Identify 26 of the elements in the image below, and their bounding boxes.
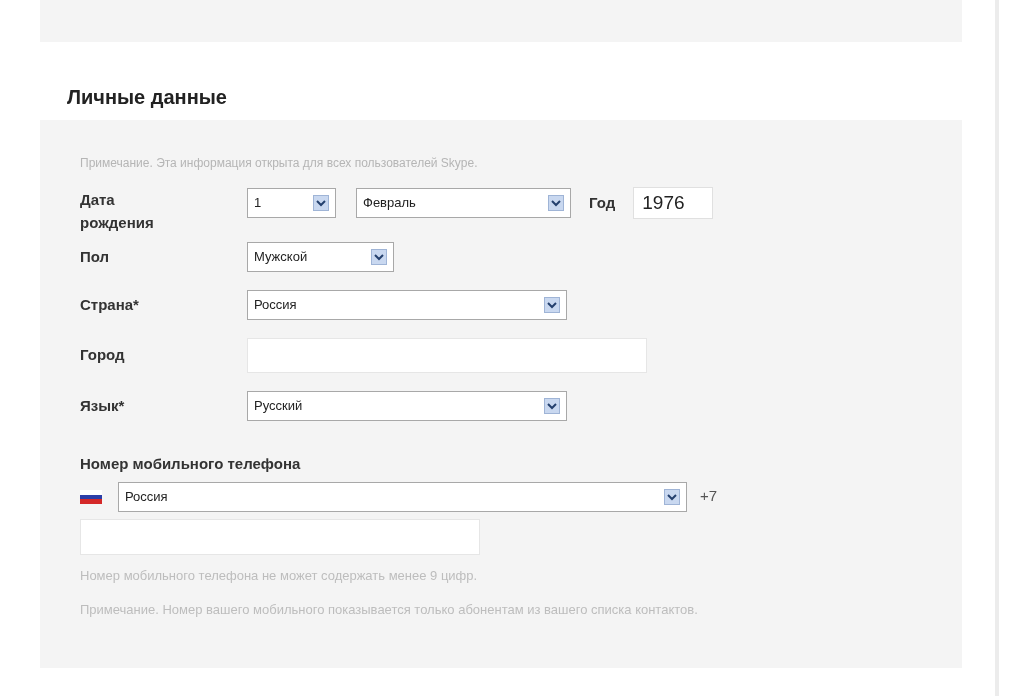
month-select[interactable]: Февраль (356, 188, 571, 218)
day-select[interactable]: 1 (247, 188, 336, 218)
section-title: Личные данные (67, 85, 228, 110)
field-label: Страна* (80, 294, 140, 315)
caret-icon (544, 297, 560, 313)
field-label: Пол (80, 246, 111, 267)
country-code: +7 (700, 486, 718, 507)
field-label: Город (80, 345, 126, 366)
dropdown[interactable]: Русский (247, 391, 567, 421)
field-label: Язык* (80, 395, 126, 416)
caret-icon (548, 195, 564, 211)
year-input[interactable]: 1976 (633, 187, 714, 219)
caret-icon (371, 249, 387, 265)
caret-icon (313, 195, 329, 211)
privacy-note: Примечание. Эта информация открыта для всех пользователей Skype. (80, 155, 479, 172)
phone-input[interactable] (80, 518, 480, 555)
field-label: Год (589, 192, 616, 213)
caret-icon (544, 398, 560, 414)
dropdown[interactable]: Мужской (247, 242, 394, 272)
dropdown[interactable]: Россия (247, 290, 567, 320)
country-select[interactable]: Россия (118, 481, 687, 512)
text-input[interactable] (247, 338, 647, 373)
flag-icon (80, 489, 102, 504)
mobile-title: Номер мобильного телефона (80, 454, 302, 474)
caret-icon (664, 488, 680, 505)
field-label: Дата рождения (80, 190, 155, 233)
